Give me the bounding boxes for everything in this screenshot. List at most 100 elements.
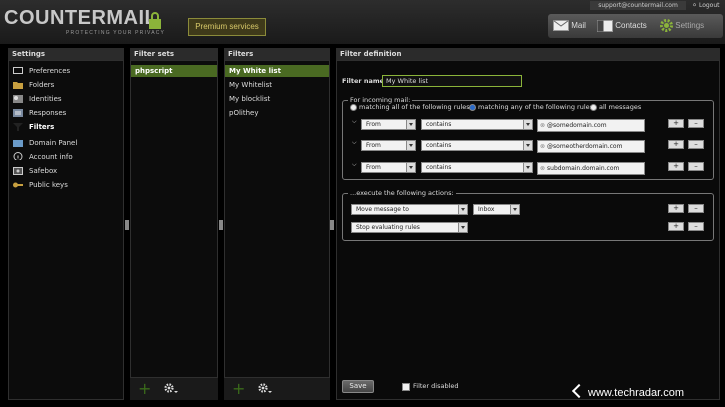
chevron-down-icon[interactable]: ⌵ <box>352 161 357 169</box>
nav-mail[interactable]: Mail <box>553 14 586 38</box>
folder-icon <box>13 82 23 89</box>
remove-rule-button[interactable]: – <box>688 119 704 128</box>
settings-item-label: Account info <box>29 153 73 161</box>
nav-mail-label: Mail <box>571 21 586 30</box>
radio-match-any-label: matching any of the following rules <box>478 103 594 111</box>
nav-contacts-label: Contacts <box>615 21 647 30</box>
remove-rule-button[interactable]: – <box>688 140 704 149</box>
radio-all-messages[interactable] <box>590 104 597 111</box>
logo-text: COUNTERMAIL <box>4 7 158 29</box>
lock-icon <box>149 12 161 29</box>
actions-legend: ...execute the following actions: <box>348 189 456 197</box>
envelope-icon <box>553 20 569 32</box>
filter-sets-settings-icon[interactable] <box>164 383 178 395</box>
rule-value-text: @someotherdomain.com <box>547 143 623 150</box>
rule-operator-value: contains <box>426 142 452 149</box>
action-value: Move message to <box>356 206 409 213</box>
radio-match-any[interactable] <box>469 104 476 111</box>
responses-icon <box>13 109 23 117</box>
action-target-value: Inbox <box>478 206 495 213</box>
rule-field-select[interactable]: From <box>361 119 416 130</box>
rule-field-select[interactable]: From <box>361 140 416 151</box>
save-button[interactable]: Save <box>342 380 374 393</box>
chevron-down-icon[interactable]: ⌵ <box>352 139 357 147</box>
address-book-icon <box>597 19 613 32</box>
gear-icon <box>660 19 673 33</box>
radio-all-messages-label: all messages <box>599 103 642 111</box>
settings-item-label: Identities <box>29 95 62 103</box>
rule-operator-select[interactable]: contains <box>421 119 533 130</box>
safebox-icon <box>13 167 23 175</box>
action-select[interactable]: Stop evaluating rules <box>351 222 468 233</box>
resize-handle[interactable] <box>125 220 129 230</box>
rule-value-text: @somedomain.com <box>547 122 607 129</box>
nav-settings-label: Settings <box>675 21 705 30</box>
clear-icon[interactable]: ⊗ <box>538 143 547 150</box>
filters-header: Filters <box>224 48 330 60</box>
rule-field-value: From <box>366 164 381 171</box>
filter-definition-header: Filter definition <box>336 48 720 60</box>
rule-value-input[interactable]: ⊗ @somedomain.com <box>537 119 645 132</box>
radio-match-all[interactable] <box>350 104 357 111</box>
watermark-text: www.techradar.com <box>588 387 684 399</box>
rule-field-value: From <box>366 142 381 149</box>
rule-operator-value: contains <box>426 121 452 128</box>
filter-item[interactable]: My Whitelist <box>229 79 329 91</box>
resize-handle[interactable] <box>330 220 334 230</box>
remove-action-button[interactable]: – <box>688 222 704 231</box>
filter-name-label: Filter name: <box>342 77 387 85</box>
support-email-link[interactable]: support@countermail.com <box>590 1 686 10</box>
remove-rule-button[interactable]: – <box>688 162 704 171</box>
logout-label: Logout <box>698 2 720 9</box>
clear-icon[interactable]: ⊗ <box>538 122 547 129</box>
rule-value-input[interactable]: ⊗ @someotherdomain.com <box>537 140 645 153</box>
rule-operator-select[interactable]: contains <box>421 162 533 173</box>
identities-icon <box>13 95 23 103</box>
remove-action-button[interactable]: – <box>688 204 704 213</box>
key-icon <box>13 182 23 188</box>
chevron-down-icon[interactable]: ⌵ <box>352 118 357 126</box>
rule-operator-select[interactable]: contains <box>421 140 533 151</box>
filters-settings-icon[interactable] <box>258 383 272 395</box>
settings-item-label: Responses <box>29 109 67 117</box>
resize-handle[interactable] <box>219 220 223 230</box>
logout-link[interactable]: ⚪ Logout <box>692 1 720 10</box>
radio-match-all-label: matching all of the following rules <box>359 103 470 111</box>
filter-item[interactable]: My White list <box>225 65 329 77</box>
add-filter-set-button[interactable]: + <box>138 380 151 398</box>
filter-disabled-checkbox[interactable] <box>402 383 410 391</box>
settings-item-label: Folders <box>29 81 55 89</box>
logo-tagline: PROTECTING YOUR PRIVACY <box>66 30 166 36</box>
settings-item-label: Filters <box>29 123 55 131</box>
filter-set-item[interactable]: phpscript <box>131 65 217 77</box>
action-select[interactable]: Move message to <box>351 204 468 215</box>
filter-sets-panel: phpscript <box>130 60 218 378</box>
rule-value-input[interactable]: ⊗ subdomain.domain.com <box>537 162 645 175</box>
watermark: www.techradar.com <box>571 383 684 400</box>
logo: COUNTERMAIL <box>4 8 157 28</box>
clear-icon[interactable]: ⊗ <box>538 165 547 172</box>
add-rule-button[interactable]: + <box>668 162 684 171</box>
add-filter-button[interactable]: + <box>232 380 245 398</box>
rule-value-text: subdomain.domain.com <box>547 165 620 172</box>
settings-item-label: Preferences <box>29 67 71 75</box>
actions-fieldset <box>342 193 714 241</box>
arrow-icon <box>571 383 587 399</box>
monitor-icon <box>13 67 23 74</box>
add-action-button[interactable]: + <box>668 204 684 213</box>
nav-settings[interactable]: Settings <box>660 14 704 38</box>
premium-services-button[interactable]: Premium services <box>188 18 266 36</box>
filters-panel: My White list My Whitelist My blocklist … <box>224 60 330 378</box>
add-rule-button[interactable]: + <box>668 140 684 149</box>
add-rule-button[interactable]: + <box>668 119 684 128</box>
add-action-button[interactable]: + <box>668 222 684 231</box>
info-icon <box>13 152 23 160</box>
nav-contacts[interactable]: Contacts <box>597 14 647 38</box>
filter-item[interactable]: My blocklist <box>229 93 329 105</box>
settings-item-label: Public keys <box>29 181 68 189</box>
domain-icon <box>13 140 23 147</box>
rule-field-select[interactable]: From <box>361 162 416 173</box>
filter-name-input[interactable]: My White list <box>382 75 522 87</box>
action-target-select[interactable]: Inbox <box>473 204 520 215</box>
filter-item[interactable]: pOlithey <box>229 107 329 119</box>
